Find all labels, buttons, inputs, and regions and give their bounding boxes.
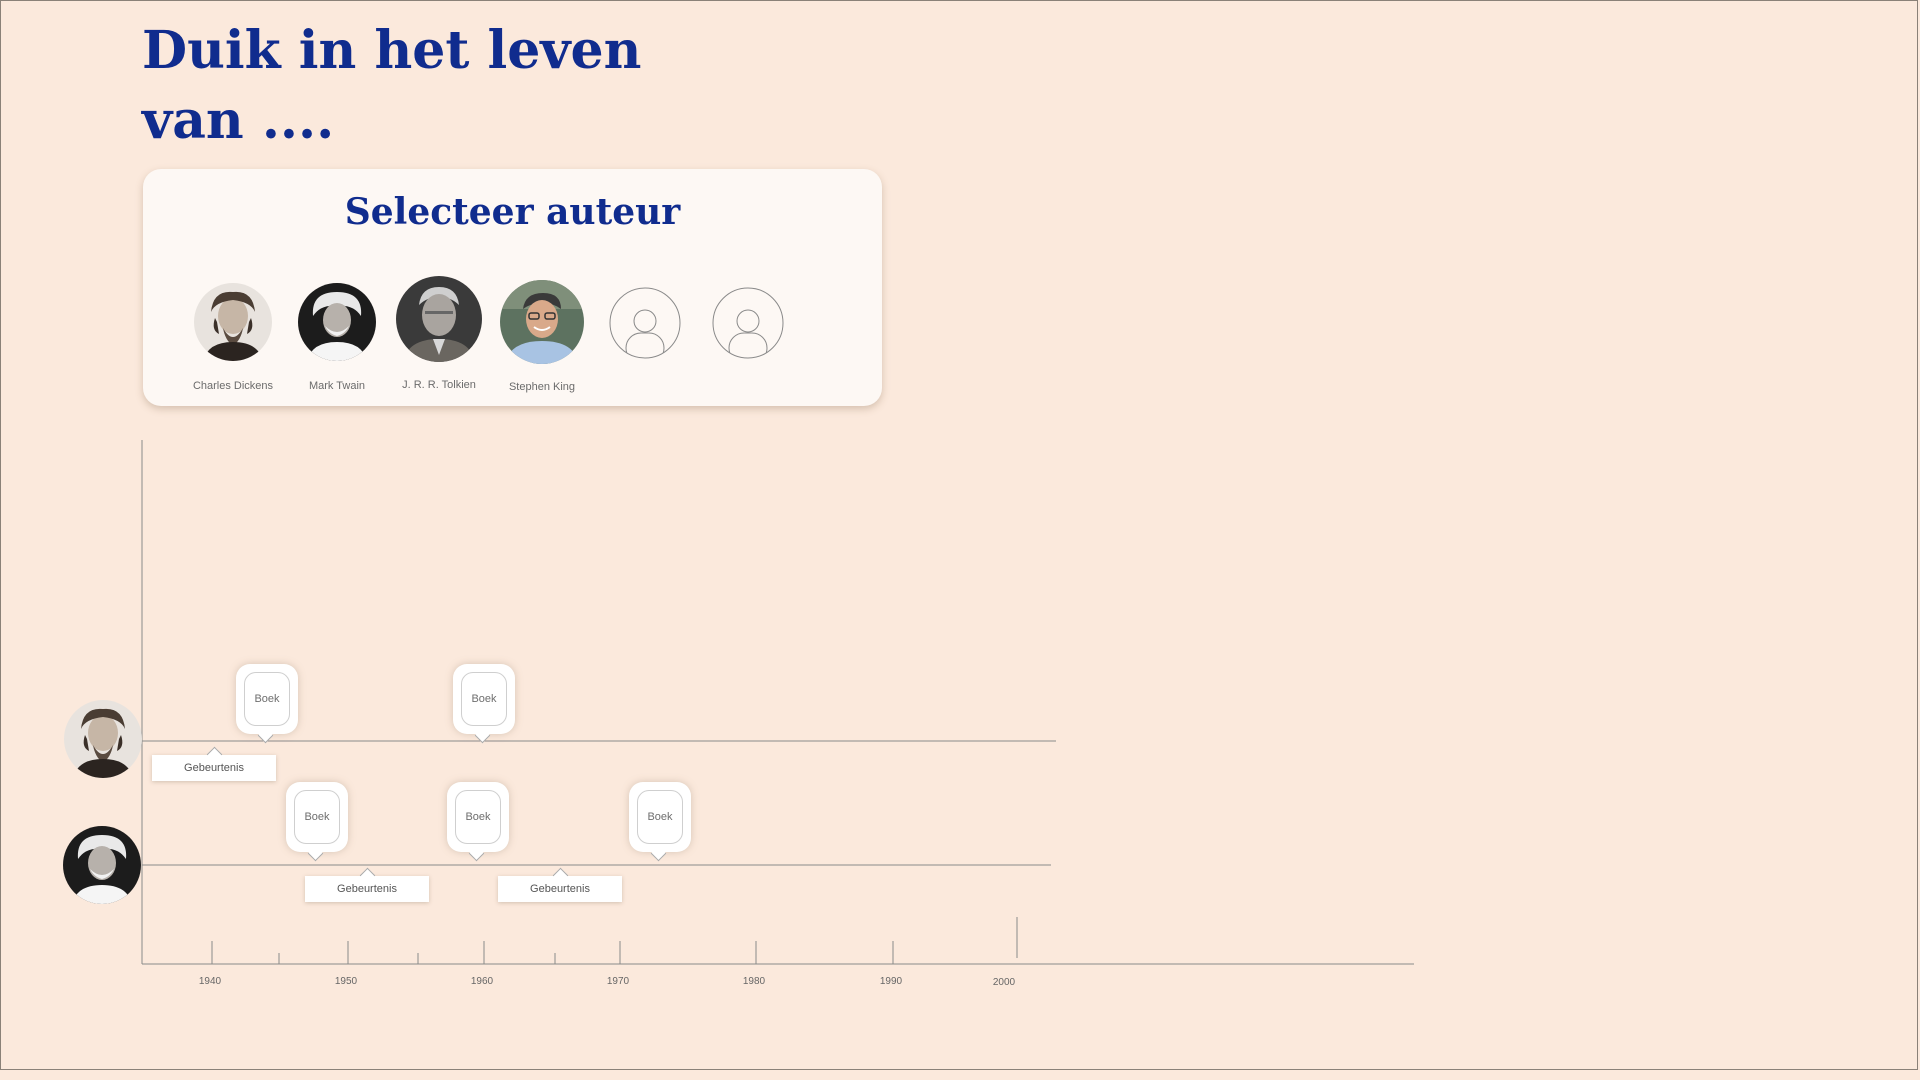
event-label: Gebeurtenis — [530, 883, 590, 895]
tick-label: 1950 — [334, 976, 358, 987]
book-marker[interactable]: Boek — [447, 782, 509, 862]
tick-label: 1940 — [198, 976, 222, 987]
tick-label: 2000 — [992, 977, 1016, 988]
book-label: Boek — [461, 672, 507, 726]
book-label: Boek — [455, 790, 501, 844]
book-label: Boek — [637, 790, 683, 844]
book-label: Boek — [244, 672, 290, 726]
event-marker[interactable]: Gebeurtenis — [305, 867, 429, 902]
event-marker[interactable]: Gebeurtenis — [498, 867, 622, 902]
event-label: Gebeurtenis — [184, 762, 244, 774]
book-marker[interactable]: Boek — [286, 782, 348, 862]
event-marker[interactable]: Gebeurtenis — [152, 746, 276, 781]
event-label: Gebeurtenis — [337, 883, 397, 895]
book-label: Boek — [294, 790, 340, 844]
tick-label: 1960 — [470, 976, 494, 987]
book-marker[interactable]: Boek — [236, 664, 298, 744]
book-marker[interactable]: Boek — [453, 664, 515, 744]
book-marker[interactable]: Boek — [629, 782, 691, 862]
tick-label: 1970 — [606, 976, 630, 987]
tick-label: 1980 — [742, 976, 766, 987]
tick-label: 1990 — [879, 976, 903, 987]
timeline-axes — [141, 440, 1414, 965]
row-avatar-charles-dickens-icon[interactable] — [63, 699, 143, 779]
row-avatar-mark-twain-icon[interactable] — [62, 825, 142, 905]
